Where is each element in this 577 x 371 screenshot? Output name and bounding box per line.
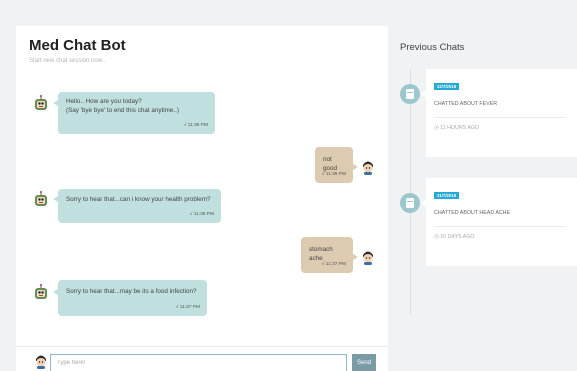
chat-description: CHATTED ABOUT HEAD ACHE (434, 210, 511, 216)
message-time: √ 11:36 PM (189, 212, 214, 217)
message-bubble: not good √ 11:36 PM (315, 147, 353, 183)
message-composer: Send (16, 346, 388, 371)
message-input[interactable] (50, 354, 347, 371)
robot-avatar-icon (35, 95, 47, 110)
message-bubble: Sorry to hear that...can i know your hea… (58, 189, 221, 223)
user-avatar-icon (363, 161, 373, 175)
message-time: √ 11:37 PM (175, 305, 200, 310)
chat-title: Med Chat Bot (29, 37, 126, 54)
message-text: Sorry to hear that...may be its a food i… (66, 288, 197, 295)
message-text: Sorry to hear that...can i know your hea… (66, 196, 211, 203)
message-text: (Say 'bye bye' to end this chat anytime.… (66, 107, 180, 114)
message-bubble: stomach ache √ 11:37 PM (301, 237, 353, 273)
message-bubble: Hello.. How are you today? (Say 'bye bye… (58, 92, 215, 134)
chat-description: CHATTED ABOUT FEVER (434, 101, 498, 107)
bubble-tail (353, 254, 358, 260)
robot-avatar-icon (35, 191, 47, 206)
chat-time-ago: ◷ 11 HOURS AGO (434, 125, 480, 131)
chat-date-badge: 21/7/2019 (434, 192, 460, 199)
send-button[interactable]: Send (352, 354, 376, 371)
previous-chat-card[interactable]: 21/7/2019 CHATTED ABOUT HEAD ACHE ◷ 10 D… (426, 178, 577, 266)
previous-chat-card[interactable]: 22/7/2019 CHATTED ABOUT FEVER ◷ 11 HOURS… (426, 69, 577, 157)
clock-icon: ◷ (434, 234, 439, 240)
user-avatar-icon (36, 355, 46, 369)
message-text: Hello.. How are you today? (66, 98, 142, 105)
chat-panel: Med Chat Bot Start new chat session now.… (16, 26, 388, 371)
chat-subtitle: Start new chat session now.. (29, 58, 106, 64)
clock-icon: ◷ (434, 125, 439, 131)
chat-date-badge: 22/7/2019 (434, 83, 460, 90)
message-bubble: Sorry to hear that...may be its a food i… (58, 280, 207, 316)
message-time: √ 11:36 PM (183, 123, 208, 128)
divider (434, 226, 566, 227)
bubble-tail (353, 164, 358, 170)
divider (434, 117, 566, 118)
chat-history-icon (400, 84, 420, 104)
previous-chats-title: Previous Chats (400, 42, 465, 53)
message-time: √ 11:37 PM (321, 262, 346, 267)
user-avatar-icon (363, 251, 373, 265)
chat-time-ago: ◷ 10 DAYS AGO (434, 234, 475, 240)
robot-avatar-icon (35, 284, 47, 299)
message-time: √ 11:36 PM (321, 172, 346, 177)
chat-history-icon (400, 193, 420, 213)
